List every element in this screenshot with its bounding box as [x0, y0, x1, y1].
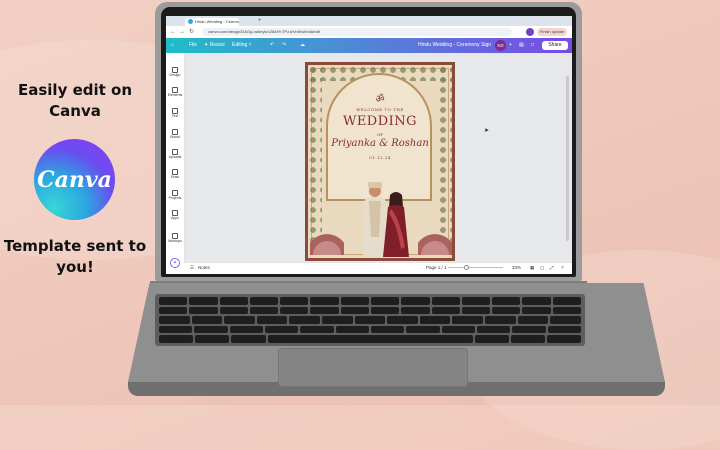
- redo-icon[interactable]: ↷: [282, 41, 286, 50]
- file-menu[interactable]: File: [189, 41, 197, 50]
- design-page[interactable]: ॐ WELCOME TO THE WEDDING OF Priyanka & R…: [305, 62, 455, 261]
- browser-profile-avatar[interactable]: [526, 28, 534, 36]
- lotus-left-icon: [310, 225, 344, 255]
- welcome-text[interactable]: WELCOME TO THE: [308, 107, 452, 112]
- add-collaborator-icon[interactable]: +: [509, 41, 512, 50]
- sidebar-item-design[interactable]: Design: [166, 67, 184, 78]
- canva-logo: Canva: [34, 139, 115, 220]
- wedding-title[interactable]: WEDDING: [308, 114, 452, 129]
- sidebar-item-brand[interactable]: Brand: [166, 129, 184, 140]
- fullscreen-icon[interactable]: ⤢: [550, 265, 554, 271]
- sidebar-item-apps[interactable]: Apps: [166, 210, 184, 221]
- grid-view-icon[interactable]: ▦: [530, 265, 534, 271]
- home-icon[interactable]: ⌂: [171, 41, 174, 50]
- comment-icon[interactable]: □: [531, 41, 534, 50]
- lotus-right-icon: [418, 225, 452, 255]
- canvas-scrollbar[interactable]: [566, 76, 569, 241]
- help-icon[interactable]: ?: [561, 265, 564, 271]
- zoom-slider-track[interactable]: [448, 267, 503, 268]
- editing-dropdown[interactable]: Editing ˅: [232, 41, 252, 50]
- browser-tab[interactable]: Hindu Wedding - Ceremony Si: [185, 18, 239, 26]
- user-avatar[interactable]: KD: [495, 40, 506, 51]
- url-field[interactable]: canva.com/design/DAGg-na0eyk/o28AYKTPz1/…: [202, 28, 512, 36]
- new-tab-icon[interactable]: +: [258, 17, 262, 25]
- pages-view-icon[interactable]: ▢: [540, 265, 544, 271]
- resize-button[interactable]: ✦ Resize: [204, 41, 225, 50]
- couple-illustration[interactable]: [355, 177, 415, 257]
- sidebar-item-elements[interactable]: Elements: [166, 87, 184, 98]
- sidebar-item-text[interactable]: Text: [166, 108, 184, 119]
- sidebar-item-draw[interactable]: Draw: [166, 169, 184, 180]
- om-symbol[interactable]: ॐ: [308, 91, 452, 105]
- undo-icon[interactable]: ↶: [270, 41, 274, 50]
- couple-names[interactable]: Priyanka & Roshan: [308, 138, 452, 149]
- reload-icon[interactable]: ↻: [189, 28, 194, 36]
- mouse-cursor-icon: ➤: [484, 128, 490, 134]
- notes-button[interactable]: Notes: [198, 265, 210, 271]
- laptop-trackpad: [278, 348, 468, 387]
- laptop-keyboard: [155, 294, 585, 346]
- laptop-screen: Hindu Wedding - Ceremony Si + ← → ↻ canv…: [166, 16, 572, 274]
- page-indicator[interactable]: Page 1 / 1: [426, 265, 447, 271]
- document-title[interactable]: Hindu Wedding - Ceremony Sign: [418, 41, 491, 50]
- sidebar-item-workups[interactable]: Workups: [166, 233, 184, 244]
- wedding-date[interactable]: 01.12.24: [308, 155, 452, 160]
- sidebar-item-projects[interactable]: Projects: [166, 190, 184, 201]
- notes-icon[interactable]: ☰: [190, 265, 194, 271]
- promo-headline: Easily edit on Canva: [17, 81, 132, 120]
- forward-icon[interactable]: →: [179, 28, 185, 36]
- finish-update-button[interactable]: Finish update: [537, 28, 567, 36]
- sidebar-item-uploads[interactable]: Uploads: [166, 149, 184, 160]
- zoom-level[interactable]: 33%: [512, 265, 521, 271]
- back-icon[interactable]: ←: [170, 28, 176, 36]
- promo-footer: Template sent to you!: [3, 237, 147, 276]
- of-text[interactable]: OF: [308, 132, 452, 137]
- analytics-icon[interactable]: ▤: [519, 41, 524, 50]
- cloud-saved-icon: ☁: [300, 42, 305, 48]
- zoom-slider-handle[interactable]: [464, 265, 469, 270]
- share-button[interactable]: Share: [542, 41, 568, 50]
- magic-assistant-icon[interactable]: ✦: [170, 258, 180, 268]
- canva-favicon-icon: [188, 19, 193, 24]
